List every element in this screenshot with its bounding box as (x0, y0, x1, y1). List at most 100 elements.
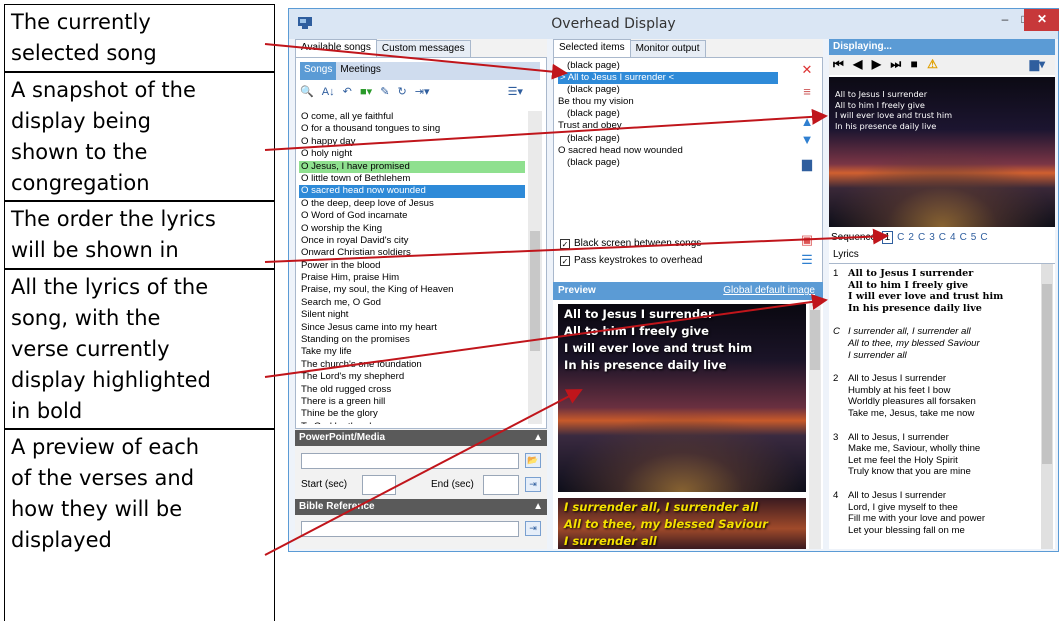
list-icon[interactable]: ☰ (798, 252, 816, 268)
song-list-item[interactable]: O sacred head now wounded (299, 185, 525, 198)
selected-item[interactable]: (black page) (558, 108, 778, 120)
song-list-item[interactable]: O the deep, deep love of Jesus (299, 198, 525, 210)
song-list-item[interactable]: O happy day (299, 136, 525, 148)
lyrics-verse[interactable]: 2 All to Jesus I surrender Humbly at his f… (833, 373, 1033, 419)
song-list-item[interactable]: To God be the glory (299, 421, 525, 424)
sequence-item[interactable]: 2 (908, 232, 914, 243)
powerpoint-media-header[interactable]: PowerPoint/Media ▲ (295, 430, 547, 446)
song-list-item[interactable]: Once in royal David's city (299, 235, 525, 247)
start-sec-input[interactable] (362, 475, 396, 495)
close-button[interactable]: ✕ (1024, 9, 1059, 31)
bible-reference-header[interactable]: Bible Reference ▲ (295, 499, 547, 515)
sequence-item[interactable]: C (897, 232, 904, 243)
song-list-item[interactable]: O for a thousand tongues to sing (299, 123, 525, 135)
checkbox-tick[interactable]: ✓ (560, 239, 570, 249)
stop-icon[interactable]: ■ (910, 57, 917, 71)
last-verse-icon[interactable]: ⏭ (890, 57, 901, 72)
clear-list-icon[interactable]: ≡ (798, 84, 816, 99)
lyrics-list[interactable]: 1 All to Jesus I surrender All to him I fr… (829, 263, 1055, 549)
tab-monitor-output[interactable]: Monitor output (629, 40, 706, 58)
song-list-item[interactable]: O worship the King (299, 223, 525, 235)
sequence-item[interactable]: C (918, 232, 925, 243)
tab-available-songs[interactable]: Available songs (295, 39, 377, 58)
edit-song-icon[interactable]: ✎ (380, 85, 389, 98)
export-icon[interactable]: ⇥▾ (415, 85, 430, 98)
tab-selected-items[interactable]: Selected items (553, 39, 631, 58)
collapse-icon[interactable]: ▲ (533, 501, 543, 512)
song-list-item[interactable]: Praise Him, praise Him (299, 272, 525, 284)
black-screen-checkbox[interactable]: ✓ Black screen between songs (560, 238, 701, 249)
media-path-input[interactable] (301, 453, 519, 469)
song-list-item[interactable]: O Jesus, I have promised (299, 160, 525, 173)
sequence-item[interactable]: C (939, 232, 946, 243)
song-list-item[interactable]: Power in the blood (299, 260, 525, 272)
first-verse-icon[interactable]: ⏮ (833, 57, 844, 72)
bible-go-icon[interactable]: ⇥ (525, 521, 541, 536)
sequence-item[interactable]: C (960, 232, 967, 243)
warning-icon[interactable]: ⚠ (927, 57, 938, 71)
selected-item[interactable]: (black page) (558, 84, 778, 96)
preview-slide-chorus[interactable]: I surrender all, I surrender all All to t… (558, 498, 806, 549)
song-list-item[interactable]: Since Jesus came into my heart (299, 322, 525, 334)
preview-slide-verse-1[interactable]: All to Jesus I surrender All to him I fre… (558, 304, 806, 492)
song-list-item[interactable]: Search me, O God (299, 297, 525, 309)
sequence-item[interactable]: 3 (929, 232, 935, 243)
song-list-item[interactable]: There is a green hill (299, 396, 525, 408)
sequence-item[interactable]: C (980, 232, 987, 243)
checkbox-tick[interactable]: ✓ (560, 256, 570, 266)
song-list-scrollbar[interactable] (528, 111, 542, 424)
scrollbar-thumb[interactable] (810, 310, 820, 370)
next-verse-icon[interactable]: ▶ (872, 57, 881, 71)
song-list-item[interactable]: Take my life (299, 346, 525, 358)
song-list-item[interactable]: Praise, my soul, the King of Heaven (299, 284, 525, 296)
selected-item[interactable]: O sacred head now wounded (558, 145, 778, 157)
lyrics-verse[interactable]: 3 All to Jesus, I surrender Make me, Savio… (833, 432, 1033, 478)
song-list-item[interactable]: Standing on the promises (299, 334, 525, 346)
scrollbar-thumb[interactable] (530, 231, 540, 351)
previous-verse-icon[interactable]: ◀ (853, 57, 862, 71)
move-up-icon[interactable]: ▲ (798, 114, 816, 129)
find-icon[interactable]: 🔍 (300, 85, 314, 98)
selected-items-list[interactable]: (black page) > All to Jesus I surrender <… (558, 60, 778, 169)
song-list-item[interactable]: O come, all ye faithful (299, 111, 525, 123)
song-list-item[interactable]: The church's one foundation (299, 359, 525, 371)
song-list-item[interactable]: O little town of Bethlehem (299, 173, 525, 185)
move-down-icon[interactable]: ▼ (798, 132, 816, 147)
song-list-item[interactable]: The Lord's my shepherd (299, 371, 525, 383)
lyrics-scrollbar[interactable] (1041, 264, 1053, 549)
selected-item[interactable]: Trust and obey (558, 120, 778, 132)
lyrics-verse[interactable]: 5 All to Jesus I surrender (833, 548, 1033, 549)
bible-reference-input[interactable] (301, 521, 519, 537)
selected-item[interactable]: (black page) (558, 60, 778, 72)
song-list-item[interactable]: Thine be the glory (299, 408, 525, 420)
scrollbar-thumb[interactable] (1042, 284, 1052, 464)
black-screen-icon[interactable]: ▣ (798, 232, 816, 248)
add-song-icon[interactable]: ■▾ (360, 85, 372, 98)
song-list-item[interactable]: Onward Christian soldiers (299, 247, 525, 259)
media-go-icon[interactable]: ⇥ (525, 477, 541, 492)
refresh-icon[interactable]: ↻ (397, 85, 406, 98)
end-sec-input[interactable] (483, 475, 519, 495)
sort-icon[interactable]: A↓ (322, 86, 335, 98)
song-list-item[interactable]: O holy night (299, 148, 525, 160)
lyrics-verse[interactable]: 1 All to Jesus I surrender All to him I fr… (833, 268, 1033, 314)
global-default-image-link[interactable]: Global default image (723, 285, 815, 296)
song-list-item[interactable]: Silent night (299, 309, 525, 321)
open-folder-icon[interactable]: 📂 (525, 453, 541, 468)
lyrics-verse[interactable]: C I surrender all, I surrender all All to … (833, 326, 1033, 361)
remove-item-icon[interactable]: ✕ (798, 62, 816, 78)
selected-item[interactable]: > All to Jesus I surrender < (558, 72, 778, 85)
undo-icon[interactable]: ↶ (343, 85, 352, 98)
selected-item[interactable]: Be thou my vision (558, 96, 778, 108)
selected-item[interactable]: (black page) (558, 133, 778, 145)
sequence-item[interactable]: 4 (950, 232, 956, 243)
selected-item[interactable]: (black page) (558, 157, 778, 169)
sequence-item[interactable]: 5 (971, 232, 977, 243)
lyrics-verse[interactable]: 4 All to Jesus I surrender Lord, I give my… (833, 490, 1033, 536)
pass-keystrokes-checkbox[interactable]: ✓ Pass keystrokes to overhead (560, 255, 702, 266)
collapse-icon[interactable]: ▲ (533, 432, 543, 443)
monitor-menu-icon[interactable]: ▆▾ (1030, 57, 1045, 71)
song-list-item[interactable]: The old rugged cross (299, 384, 525, 396)
preview-scrollbar[interactable] (809, 300, 821, 549)
monitor-icon[interactable]: ▆ (798, 156, 816, 172)
